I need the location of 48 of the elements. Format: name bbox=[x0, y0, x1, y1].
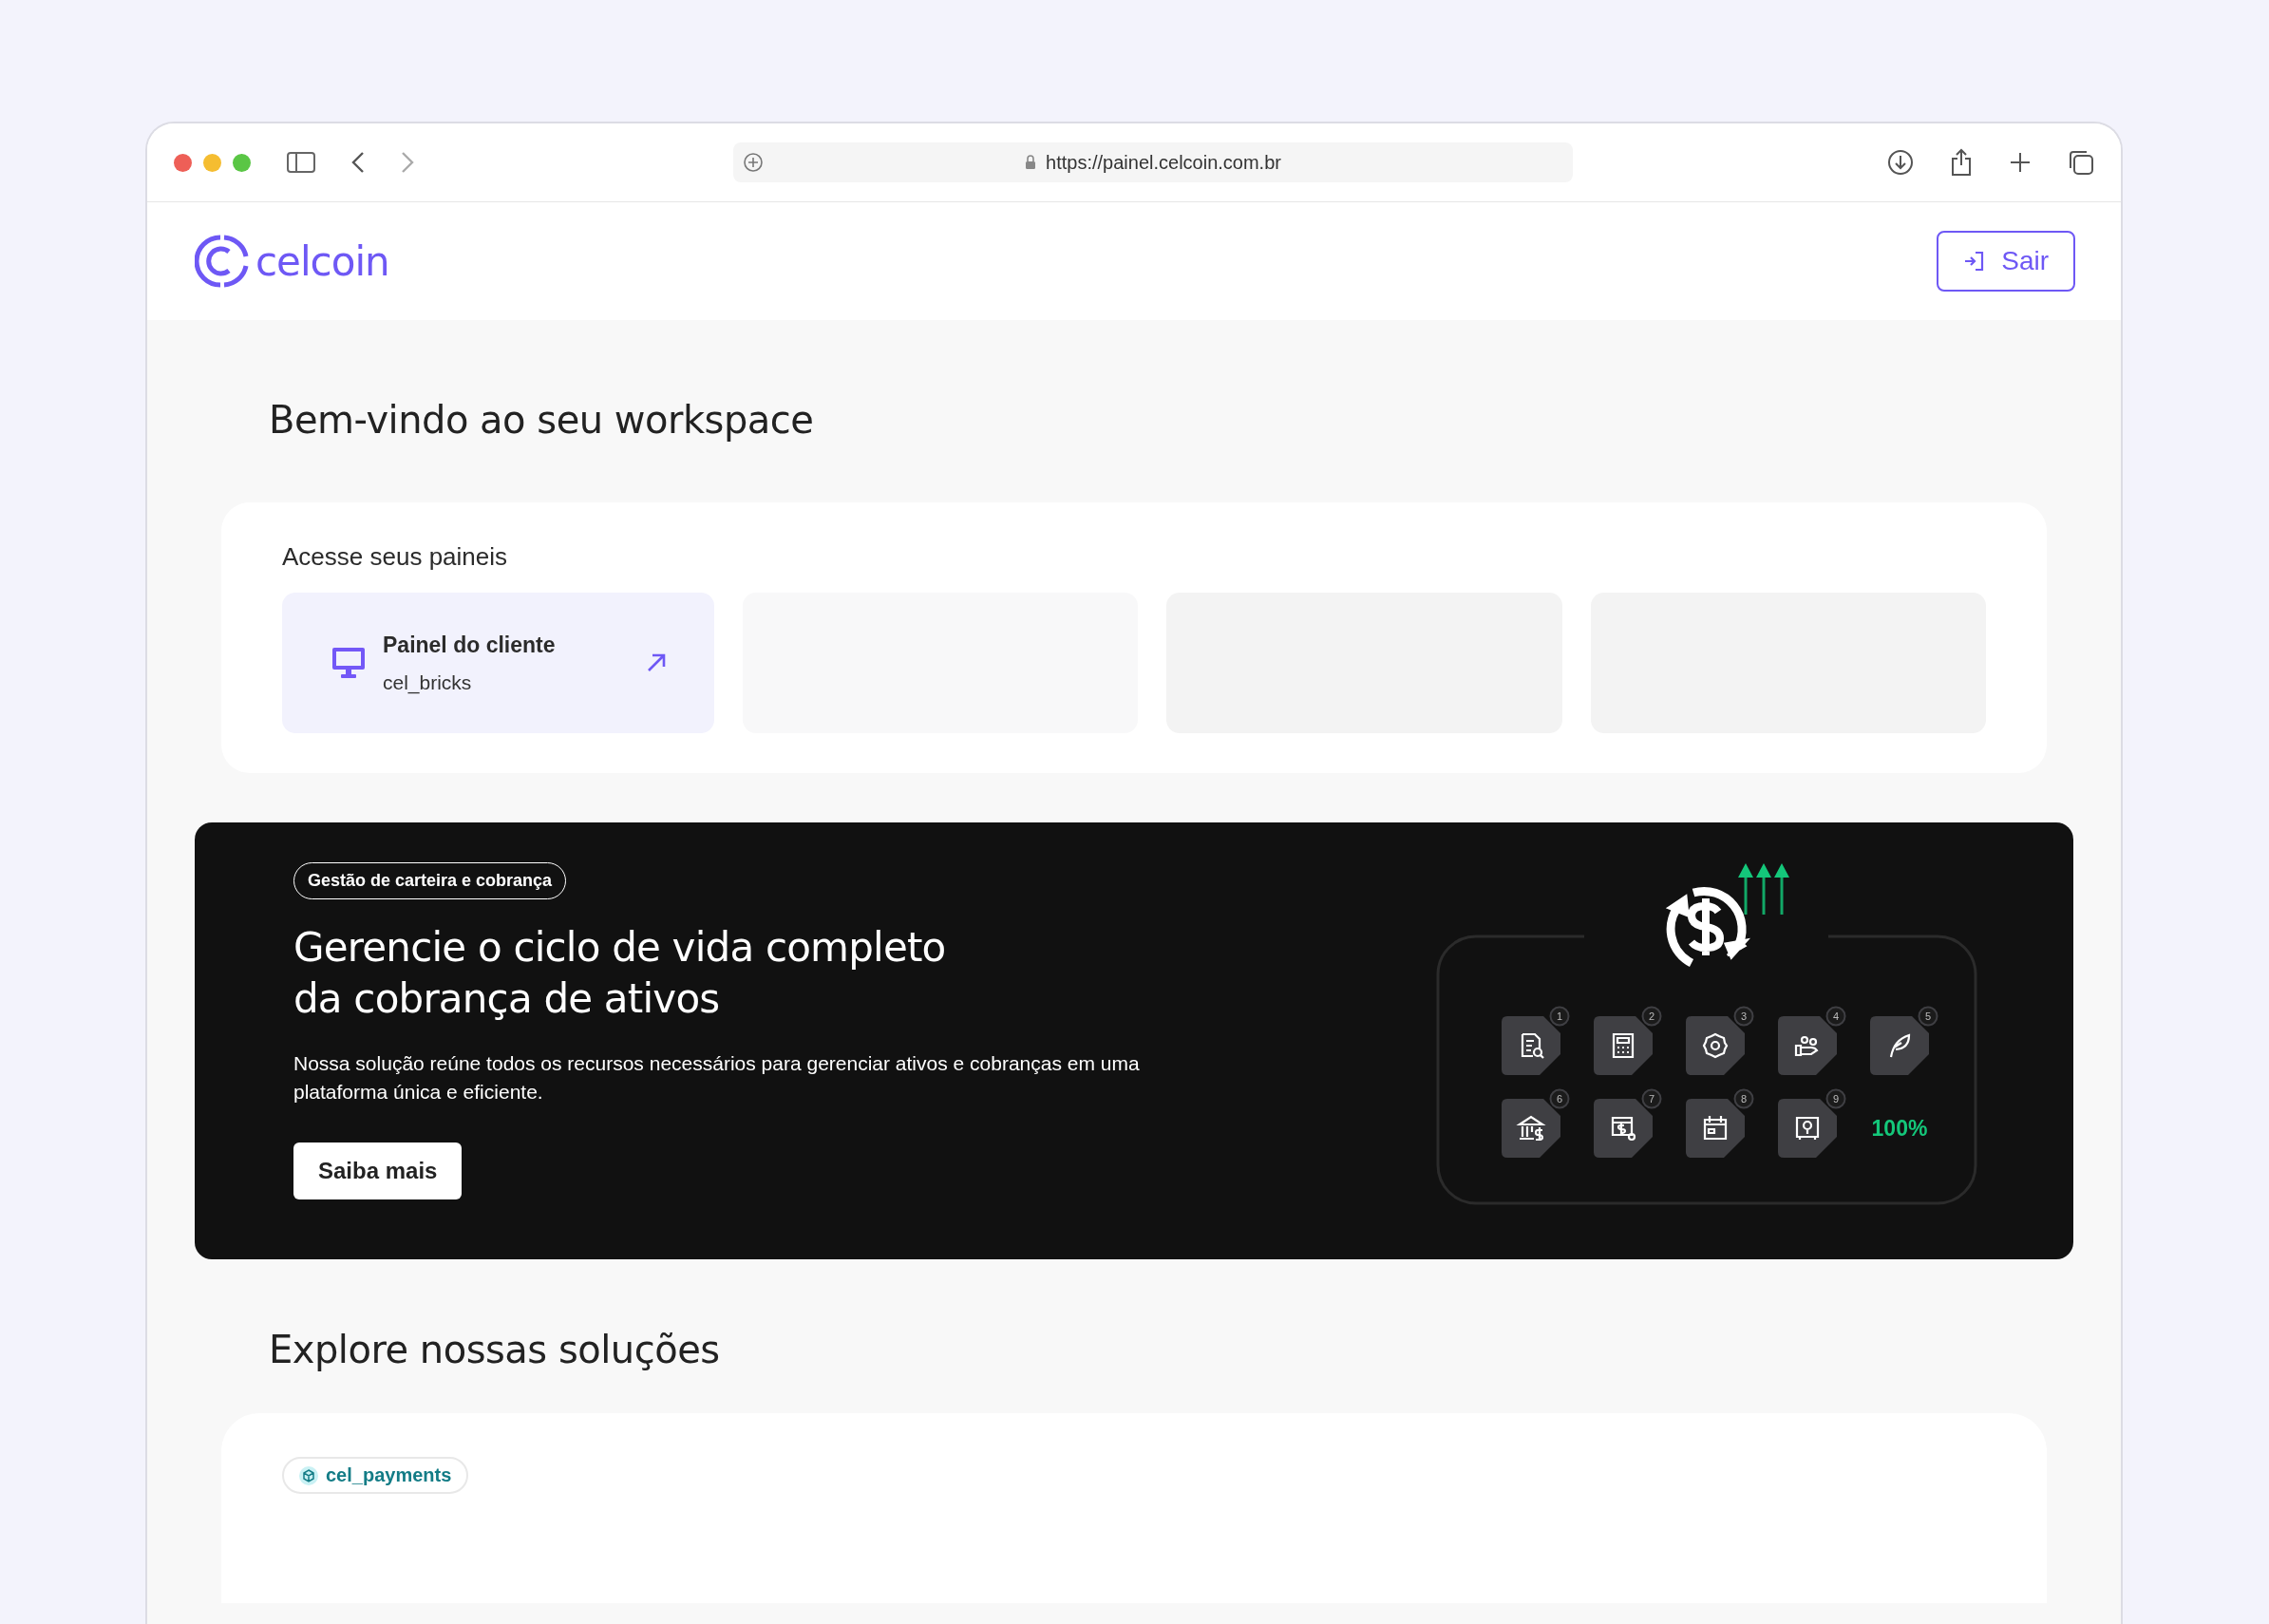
number-badge: 4 bbox=[1825, 1006, 1846, 1027]
document-search-icon bbox=[1521, 1032, 1545, 1060]
number-badge: 6 bbox=[1549, 1088, 1570, 1109]
calculator-icon bbox=[1612, 1032, 1635, 1059]
learn-more-button[interactable]: Saiba mais bbox=[293, 1142, 463, 1199]
panel-subtitle: cel_bricks bbox=[383, 670, 473, 694]
close-window-icon[interactable] bbox=[174, 153, 192, 172]
share-icon[interactable] bbox=[1950, 148, 1973, 177]
number-badge: 7 bbox=[1641, 1088, 1662, 1109]
feather-icon bbox=[1889, 1033, 1911, 1059]
section-title: Acesse seus paineis bbox=[282, 542, 509, 572]
section-heading: Explore nossas soluções bbox=[268, 1327, 721, 1373]
panel-title: Painel do cliente bbox=[383, 632, 556, 658]
welcome-title: Bem-vindo ao seu workspace bbox=[268, 397, 815, 444]
banner-description: Nossa solução reúne todos os recursos necessários para gerenciar ativos e cobranças em uma plataforma única e eficiente. bbox=[293, 1051, 1141, 1105]
back-icon[interactable] bbox=[351, 151, 365, 174]
number-badge: 5 bbox=[1918, 1006, 1938, 1027]
address-bar[interactable]: https://painel.celcoin.com.br bbox=[733, 142, 1573, 182]
progress-text: 100% bbox=[1871, 1116, 1928, 1141]
lock-icon bbox=[1025, 155, 1037, 170]
number-badge: 2 bbox=[1641, 1006, 1662, 1027]
cube-icon bbox=[299, 1465, 318, 1485]
number-badge: 1 bbox=[1549, 1006, 1570, 1027]
url-text: https://painel.celcoin.com.br bbox=[1046, 151, 1281, 174]
invoice-icon bbox=[1611, 1116, 1636, 1142]
download-icon[interactable] bbox=[1887, 149, 1914, 176]
growth-arrows-drawing bbox=[1738, 863, 1789, 916]
number-badge: 3 bbox=[1733, 1006, 1754, 1027]
calendar-icon bbox=[1703, 1114, 1728, 1141]
sidebar-icon[interactable] bbox=[287, 151, 315, 174]
plus-circle-icon[interactable] bbox=[743, 152, 764, 173]
gear-icon bbox=[1702, 1032, 1729, 1059]
new-tab-icon[interactable] bbox=[2009, 151, 2032, 174]
logo-text: celcoin bbox=[255, 237, 389, 285]
monitor-icon bbox=[331, 647, 366, 679]
logo-icon bbox=[195, 234, 250, 289]
hand-coins-icon bbox=[1794, 1035, 1819, 1057]
banner-title: Gerencie o ciclo de vida completo da cobrança de ativos bbox=[293, 923, 947, 1024]
number-badge: 8 bbox=[1733, 1088, 1754, 1109]
panel-link[interactable]: Painel do cliente cel_bricks bbox=[282, 593, 714, 733]
safe-icon bbox=[1795, 1116, 1820, 1142]
logout-button[interactable]: Sair bbox=[1937, 231, 2075, 292]
number-badge: 9 bbox=[1825, 1088, 1846, 1109]
currency-exchange-icon bbox=[1665, 887, 1750, 967]
tabs-icon[interactable] bbox=[2068, 149, 2094, 176]
arrow-up-right-icon bbox=[646, 652, 667, 673]
product-tag-label: cel_payments bbox=[326, 1464, 452, 1486]
bank-icon bbox=[1518, 1115, 1544, 1142]
